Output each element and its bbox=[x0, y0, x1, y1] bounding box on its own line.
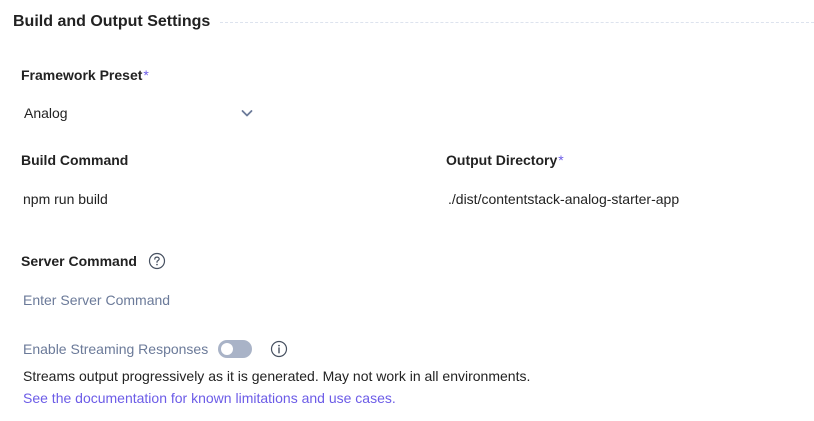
framework-preset-label-text: Framework Preset bbox=[21, 67, 143, 83]
section-title: Build and Output Settings bbox=[13, 13, 211, 30]
streaming-toggle[interactable] bbox=[218, 340, 253, 358]
output-directory-input[interactable] bbox=[448, 191, 794, 207]
build-output-settings-panel: Build and Output Settings Framework Pres… bbox=[0, 0, 814, 421]
documentation-link[interactable]: See the documentation for known limitati… bbox=[23, 390, 396, 406]
framework-preset-label: Framework Preset* bbox=[21, 67, 149, 83]
streaming-toggle-row: Enable Streaming Responses bbox=[23, 338, 288, 360]
build-command-label: Build Command bbox=[21, 152, 129, 168]
output-directory-label-text: Output Directory bbox=[446, 152, 558, 168]
server-command-label: Server Command bbox=[21, 253, 137, 269]
chevron-down-icon bbox=[240, 106, 254, 120]
info-circle-icon[interactable] bbox=[270, 340, 288, 358]
section-divider bbox=[220, 21, 814, 23]
required-mark: * bbox=[558, 152, 564, 168]
build-command-field[interactable] bbox=[16, 185, 416, 213]
build-command-input[interactable] bbox=[23, 191, 409, 207]
question-circle-icon[interactable] bbox=[148, 252, 166, 270]
server-command-field[interactable] bbox=[16, 286, 416, 314]
streaming-description: Streams output progressively as it is ge… bbox=[23, 368, 531, 384]
streaming-toggle-label: Enable Streaming Responses bbox=[23, 341, 209, 357]
output-directory-field[interactable] bbox=[441, 185, 801, 213]
toggle-knob bbox=[221, 343, 234, 355]
output-directory-label: Output Directory* bbox=[446, 152, 564, 168]
section-header: Build and Output Settings bbox=[13, 10, 814, 34]
server-command-input[interactable] bbox=[23, 292, 409, 308]
required-mark: * bbox=[143, 67, 149, 83]
framework-preset-select[interactable]: Analog bbox=[16, 98, 262, 128]
framework-preset-selected-value: Analog bbox=[24, 105, 68, 121]
